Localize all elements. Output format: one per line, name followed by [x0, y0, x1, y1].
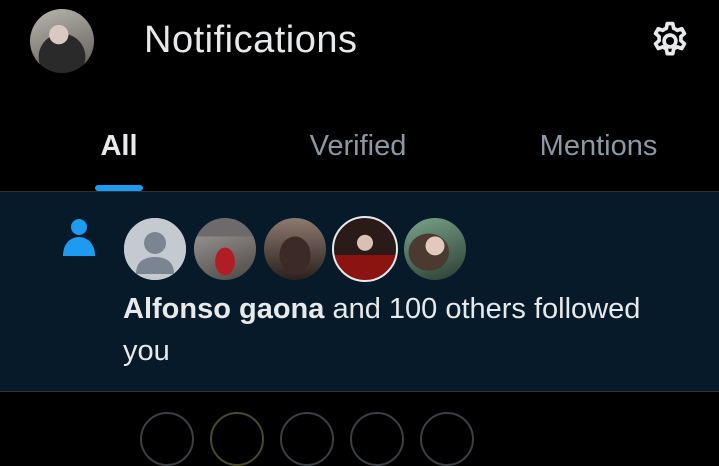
default-avatar-icon — [124, 218, 186, 280]
avatar[interactable] — [332, 216, 398, 282]
next-notification-item[interactable] — [0, 392, 719, 466]
notification-item[interactable]: Alfonso gaona and 100 others followed yo… — [0, 192, 719, 391]
gear-icon[interactable] — [648, 19, 692, 63]
tab-label: All — [100, 130, 138, 162]
avatar[interactable] — [402, 216, 468, 282]
tab-label: Verified — [309, 130, 407, 162]
tab-label: Mentions — [539, 130, 658, 162]
person-icon — [63, 219, 95, 256]
avatar[interactable] — [262, 216, 328, 282]
avatar — [280, 412, 334, 466]
follower-name[interactable]: Alfonso gaona — [123, 293, 324, 325]
tab-all[interactable]: All — [0, 112, 238, 192]
page-title: Notifications — [144, 19, 358, 61]
avatar — [210, 412, 264, 466]
avatar — [140, 412, 194, 466]
tab-verified[interactable]: Verified — [238, 112, 478, 192]
tab-bar: All Verified Mentions — [0, 112, 719, 192]
notification-text: Alfonso gaona and 100 others followed yo… — [123, 288, 693, 372]
tab-mentions[interactable]: Mentions — [478, 112, 719, 192]
avatar — [420, 412, 474, 466]
avatar — [350, 412, 404, 466]
header: Notifications — [0, 0, 719, 88]
default-avatar[interactable] — [122, 216, 188, 282]
profile-avatar[interactable] — [30, 9, 94, 73]
avatar[interactable] — [192, 216, 258, 282]
